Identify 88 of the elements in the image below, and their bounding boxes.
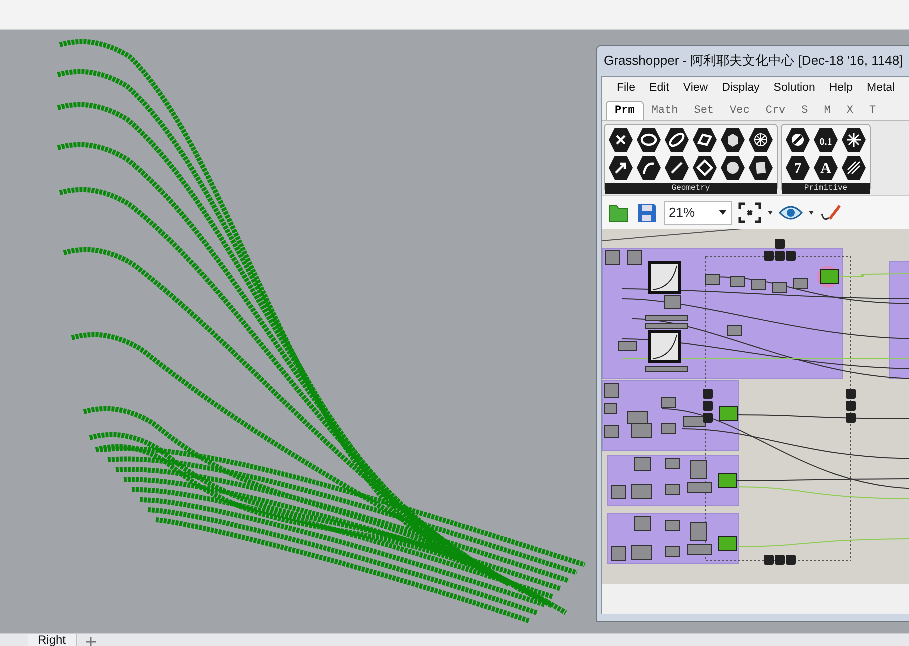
save-icon[interactable] [636,202,658,224]
panel-label: Geometry [605,183,777,194]
component-node[interactable] [618,342,638,352]
component-node[interactable] [666,520,680,532]
panel-label: Primitive [782,183,870,194]
surface-icon[interactable] [748,155,774,182]
component-node[interactable] [772,282,788,294]
component-node[interactable] [688,482,712,494]
plane-icon[interactable] [692,127,718,154]
menu-item[interactable]: Solution [766,80,822,98]
arrow-handle-icon[interactable] [764,239,796,262]
output-node[interactable] [720,406,738,422]
gradient-icon[interactable] [841,155,867,182]
caret-icon[interactable] [809,210,814,215]
number-icon[interactable]: A [813,155,839,182]
cube-icon[interactable] [720,127,746,154]
arrow-handle-icon[interactable] [846,389,856,424]
wires[interactable] [622,274,909,548]
component-node[interactable] [632,484,652,500]
component-node[interactable] [666,458,680,470]
number-icon[interactable]: 0.1 [813,127,839,154]
graph-mapper[interactable] [648,330,682,364]
component-node[interactable] [634,458,652,472]
tab[interactable]: Vec [722,102,758,120]
menu-item[interactable]: Edit [642,80,676,98]
diamond-icon[interactable] [692,155,718,182]
component-node[interactable] [628,250,642,266]
tab[interactable]: T [861,102,884,120]
zoom-dropdown[interactable]: 21% [664,200,732,225]
menu-item[interactable]: Metal [860,80,902,98]
component-node[interactable] [730,276,746,288]
component-node[interactable] [604,384,620,399]
arrow-icon[interactable] [608,155,634,182]
component-node[interactable] [662,424,676,435]
arrow-handle-icon[interactable] [703,389,713,424]
component-node[interactable] [646,316,688,322]
output-node[interactable] [820,270,840,285]
component-node[interactable] [728,326,742,337]
number-icon[interactable]: 7 [785,155,811,182]
component-node[interactable] [688,544,712,556]
caret-icon [719,210,727,216]
component-node[interactable] [666,546,680,558]
menu-item[interactable]: Help [822,80,860,98]
output-node[interactable] [718,536,738,552]
component-node[interactable] [666,484,680,496]
circle-slash-icon[interactable] [785,127,811,154]
component-node[interactable] [690,460,708,480]
component-node[interactable] [612,546,626,562]
caret-icon[interactable] [768,210,773,215]
component-node[interactable] [632,546,652,561]
tab[interactable]: Set [686,102,722,120]
menu-item[interactable]: Display [715,80,767,98]
tab[interactable]: Crv [758,102,794,120]
window-title: Grasshopper - 阿利耶夫文化中心 [Dec-18 '16, 1148] [603,52,904,70]
add-tab-icon[interactable] [85,635,98,646]
component-node[interactable] [706,274,720,286]
component-node[interactable] [664,296,682,310]
component-node[interactable] [634,516,652,532]
menu-item[interactable]: View [676,80,716,98]
curve-icon[interactable] [636,155,662,182]
component-node[interactable] [690,522,708,542]
eye-icon[interactable] [779,204,803,221]
component-node[interactable] [628,412,648,425]
component-node[interactable] [604,404,618,415]
zoom-extents-icon[interactable] [738,202,762,224]
cross-icon[interactable] [608,127,634,154]
component-node[interactable] [612,486,626,500]
tab[interactable]: M [816,102,839,120]
component-group[interactable] [890,262,909,380]
arrow-handle-icon[interactable] [764,555,796,566]
component-node[interactable] [606,250,620,266]
component-node[interactable] [646,324,688,330]
burst-icon[interactable] [841,127,867,154]
component-node[interactable] [662,398,676,409]
tab[interactable]: Prm [606,100,644,120]
output-node[interactable] [718,474,738,489]
tab[interactable]: Math [644,102,686,120]
component-node[interactable] [794,278,808,290]
component-node[interactable] [604,426,620,439]
component-node[interactable] [646,366,688,373]
component-node[interactable] [632,424,652,439]
menu-item[interactable]: File [610,80,643,98]
component-node[interactable] [752,280,766,291]
tab[interactable]: X [838,102,862,120]
line-icon[interactable] [664,155,690,182]
component-node[interactable] [684,416,706,428]
graph-mapper[interactable] [648,262,682,295]
tab[interactable]: S [794,102,816,120]
